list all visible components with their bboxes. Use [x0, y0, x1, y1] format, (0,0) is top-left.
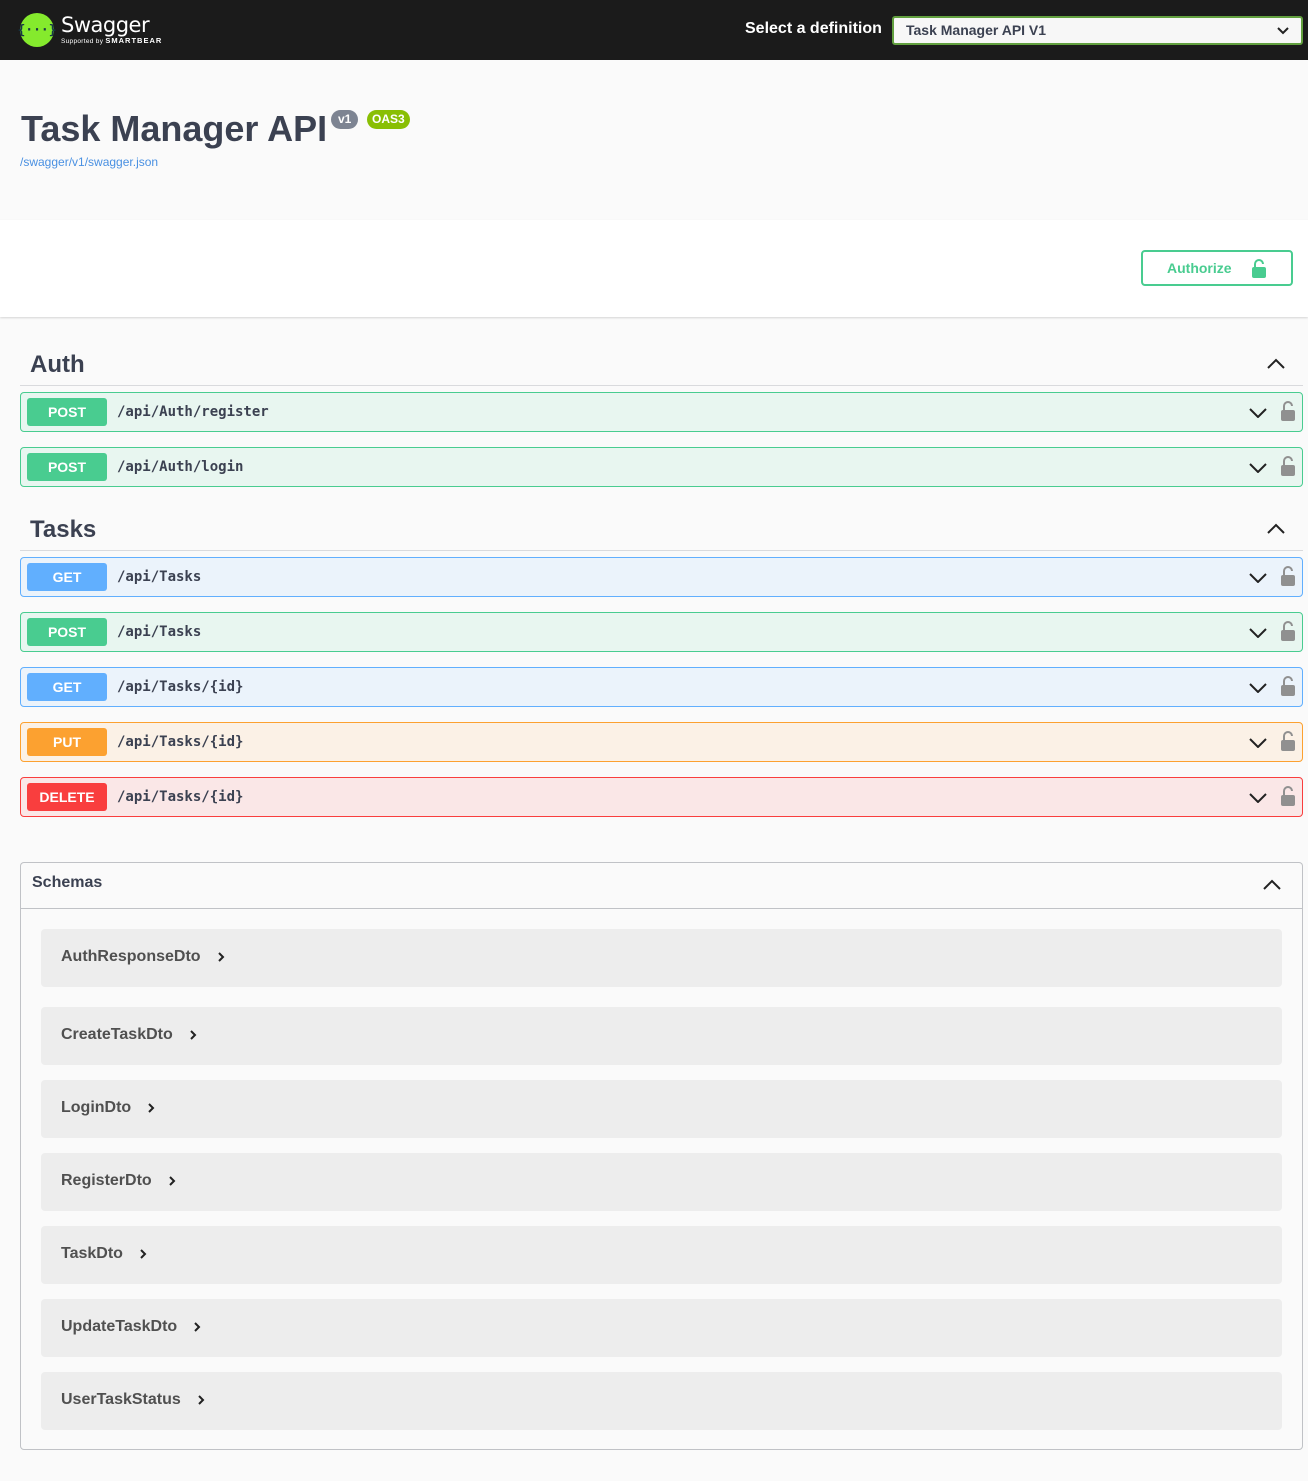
tag-section-tasks[interactable]: Tasks	[20, 506, 1303, 551]
schema-model-label: UserTaskStatus	[61, 1391, 181, 1408]
schema-model-name: AuthResponseDto	[61, 948, 225, 966]
chevron-down-icon[interactable]	[1249, 792, 1267, 803]
chevron-down-icon[interactable]	[1249, 572, 1267, 583]
chevron-down-icon[interactable]	[1249, 682, 1267, 693]
tag-section-auth[interactable]: Auth	[20, 341, 1303, 386]
unlocked-lock-icon[interactable]	[1281, 621, 1295, 641]
logo-name: Swagger	[61, 13, 150, 37]
schema-model-name: LoginDto	[61, 1099, 155, 1117]
chevron-up-icon[interactable]	[1267, 358, 1285, 370]
chevron-right-icon	[217, 952, 224, 962]
scheme-container: Authorize	[0, 220, 1308, 317]
schema-model[interactable]: CreateTaskDto	[41, 1007, 1282, 1065]
operation-post-auth-register[interactable]: POST /api/Auth/register	[20, 392, 1303, 432]
authorize-label: Authorize	[1167, 260, 1232, 276]
schema-model-label: TaskDto	[61, 1245, 123, 1262]
method-badge: GET	[27, 673, 107, 701]
definition-label: Select a definition	[745, 20, 882, 37]
page-title: Task Manager API	[21, 108, 328, 149]
logo-sub-prefix: Supported by	[61, 38, 104, 45]
chevron-down-icon	[1277, 27, 1289, 35]
schema-model[interactable]: UpdateTaskDto	[41, 1299, 1282, 1357]
logo-text: Swagger Supported by SMARTBEAR	[61, 14, 162, 46]
unlocked-lock-icon[interactable]	[1281, 731, 1295, 751]
method-badge: POST	[27, 398, 107, 426]
definition-select[interactable]: Task Manager API V1	[892, 16, 1303, 45]
unlocked-lock-icon[interactable]	[1281, 786, 1295, 806]
schema-model-label: UpdateTaskDto	[61, 1318, 178, 1335]
schema-model[interactable]: RegisterDto	[41, 1153, 1282, 1211]
schema-model[interactable]: TaskDto	[41, 1226, 1282, 1284]
logo-subtitle: Supported by SMARTBEAR	[61, 36, 162, 46]
swagger-logo[interactable]: {···} Swagger Supported by SMARTBEAR	[17, 10, 162, 50]
authorize-button[interactable]: Authorize	[1141, 250, 1293, 286]
schema-model-name: UserTaskStatus	[61, 1391, 205, 1409]
schema-model-name: RegisterDto	[61, 1172, 176, 1190]
chevron-right-icon	[190, 1030, 197, 1040]
schema-model-label: RegisterDto	[61, 1172, 152, 1189]
chevron-down-icon[interactable]	[1249, 737, 1267, 748]
operation-path: /api/Tasks	[117, 624, 202, 640]
chevron-right-icon	[148, 1103, 155, 1113]
schema-model[interactable]: UserTaskStatus	[41, 1372, 1282, 1430]
tag-title: Auth	[30, 351, 85, 378]
schema-model-label: CreateTaskDto	[61, 1026, 173, 1043]
operation-get-tasks[interactable]: GET /api/Tasks	[20, 557, 1303, 597]
operation-delete-task-by-id[interactable]: DELETE /api/Tasks/{id}	[20, 777, 1303, 817]
operation-put-task-by-id[interactable]: PUT /api/Tasks/{id}	[20, 722, 1303, 762]
operation-path: /api/Tasks/{id}	[117, 789, 244, 805]
tag-title: Tasks	[30, 516, 97, 543]
schemas-header[interactable]: Schemas	[21, 863, 1302, 909]
schema-model-name: CreateTaskDto	[61, 1026, 197, 1044]
operation-path: /api/Auth/login	[117, 459, 244, 475]
chevron-right-icon	[194, 1322, 201, 1332]
unlocked-lock-icon[interactable]	[1281, 676, 1295, 696]
oas-badge: OAS3	[367, 110, 410, 129]
chevron-right-icon	[140, 1249, 147, 1259]
operation-path: /api/Tasks/{id}	[117, 734, 244, 750]
chevron-down-icon[interactable]	[1249, 627, 1267, 638]
schema-model-name: TaskDto	[61, 1245, 147, 1263]
chevron-up-icon[interactable]	[1267, 523, 1285, 535]
method-badge: DELETE	[27, 783, 107, 811]
schema-model[interactable]: AuthResponseDto	[41, 929, 1282, 987]
chevron-right-icon	[198, 1395, 205, 1405]
operation-path: /api/Auth/register	[117, 404, 269, 420]
chevron-right-icon	[168, 1176, 176, 1186]
schema-model-label: LoginDto	[61, 1099, 132, 1116]
schema-model-name: UpdateTaskDto	[61, 1318, 201, 1336]
operation-path: /api/Tasks/{id}	[117, 679, 244, 695]
unlocked-lock-icon	[1252, 259, 1266, 278]
version-badge: v1	[331, 110, 359, 129]
chevron-up-icon[interactable]	[1263, 879, 1281, 891]
operation-get-task-by-id[interactable]: GET /api/Tasks/{id}	[20, 667, 1303, 707]
chevron-down-icon[interactable]	[1249, 462, 1267, 473]
swagger-logo-icon: {···}	[17, 13, 57, 47]
topbar: {···} Swagger Supported by SMARTBEAR Sel…	[0, 0, 1308, 60]
chevron-down-icon[interactable]	[1249, 407, 1267, 418]
schemas-title: Schemas	[32, 874, 103, 891]
schemas-section: Schemas AuthResponseDto CreateTaskDto Lo…	[20, 862, 1303, 1450]
spec-url-link[interactable]: /swagger/v1/swagger.json	[20, 155, 158, 169]
definition-selected-value: Task Manager API V1	[906, 22, 1047, 38]
logo-sub-brand: SMARTBEAR	[105, 36, 163, 45]
unlocked-lock-icon[interactable]	[1281, 401, 1295, 421]
operation-post-auth-login[interactable]: POST /api/Auth/login	[20, 447, 1303, 487]
operation-post-tasks[interactable]: POST /api/Tasks	[20, 612, 1303, 652]
schema-model[interactable]: LoginDto	[41, 1080, 1282, 1138]
unlocked-lock-icon[interactable]	[1281, 566, 1295, 586]
unlocked-lock-icon[interactable]	[1281, 456, 1295, 476]
schema-model-label: AuthResponseDto	[61, 948, 201, 965]
method-badge: POST	[27, 453, 107, 481]
operation-path: /api/Tasks	[117, 569, 202, 585]
method-badge: POST	[27, 618, 107, 646]
method-badge: PUT	[27, 728, 107, 756]
method-badge: GET	[27, 563, 107, 591]
